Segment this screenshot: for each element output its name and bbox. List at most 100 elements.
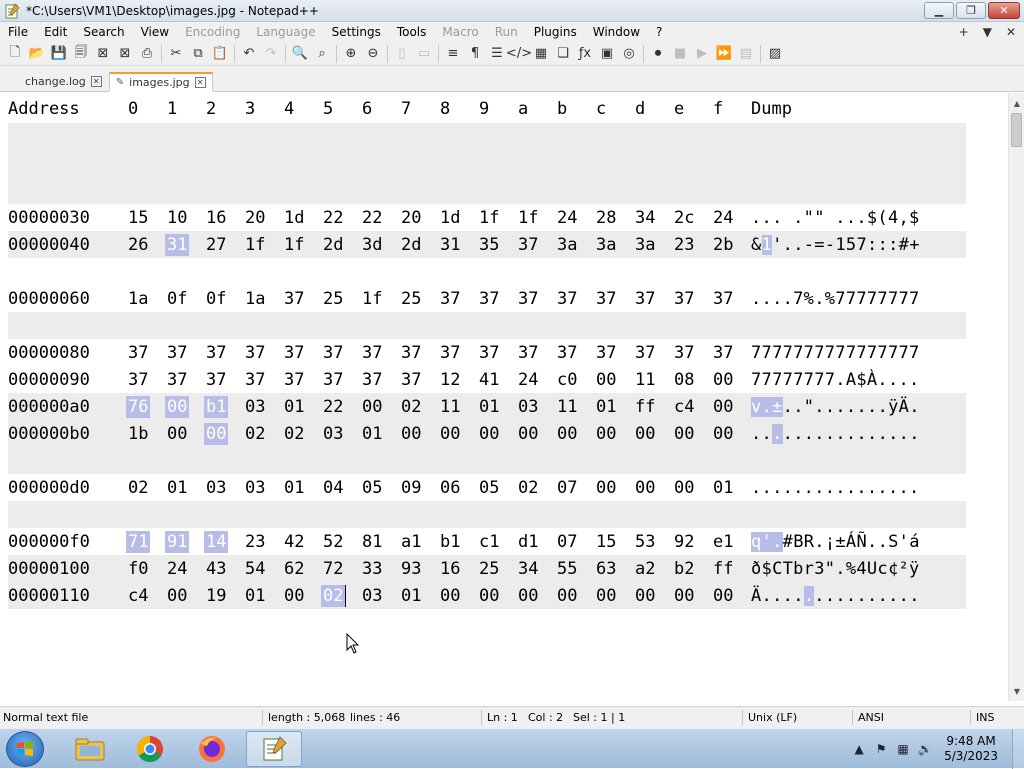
hex-byte[interactable]: 1f bbox=[360, 288, 384, 310]
hex-byte[interactable]: 37 bbox=[555, 342, 579, 364]
menu-file[interactable]: File bbox=[0, 25, 36, 39]
minimize-button[interactable]: ▁ bbox=[924, 2, 954, 19]
row-dump[interactable]: 77777777.A$À.... bbox=[751, 369, 920, 391]
hex-byte[interactable]: 00 bbox=[594, 585, 618, 607]
hex-byte[interactable]: 37 bbox=[399, 342, 423, 364]
hex-byte[interactable]: 01 bbox=[165, 477, 189, 499]
save-all-icon[interactable]: 🗐 bbox=[70, 43, 92, 65]
hex-editor-icon[interactable]: ▨ bbox=[764, 43, 786, 65]
hex-byte[interactable]: 1d bbox=[438, 207, 462, 229]
hex-byte[interactable]: 37 bbox=[165, 342, 189, 364]
hex-byte[interactable]: 37 bbox=[633, 342, 657, 364]
hex-byte[interactable]: 37 bbox=[282, 288, 306, 310]
menu-search[interactable]: Search bbox=[75, 25, 132, 39]
hex-byte[interactable]: 25 bbox=[399, 288, 423, 310]
hex-editor[interactable]: Address 0 1 2 3 4 5 6 7 8 9 a b c d e f Dump 00000030 15 10… bbox=[0, 93, 1008, 701]
indent-guide-icon[interactable]: ☰ bbox=[486, 43, 508, 65]
hex-byte[interactable]: 02 bbox=[516, 477, 540, 499]
hex-byte[interactable]: 03 bbox=[243, 396, 267, 418]
hex-row[interactable]: 00000090 37 37 37 37 37 37 37 37 12 41 24 c0 00 11 08 00… bbox=[8, 366, 966, 393]
row-dump[interactable]: &1'..-=-157:::#+ bbox=[751, 234, 920, 256]
menu-plugins[interactable]: Plugins bbox=[526, 25, 585, 39]
hex-row[interactable]: 00000030 15 10 16 20 1d 22 22 20 1d 1f 1f 24 28 34 2c 24… bbox=[8, 204, 966, 231]
hex-byte[interactable]: 35 bbox=[477, 234, 501, 256]
hex-byte[interactable]: 3a bbox=[555, 234, 579, 256]
hex-byte[interactable]: 33 bbox=[360, 558, 384, 580]
hex-byte[interactable]: 22 bbox=[321, 396, 345, 418]
stop-macro-icon[interactable]: ■ bbox=[669, 43, 691, 65]
hex-byte[interactable]: 23 bbox=[672, 234, 696, 256]
hex-row[interactable]: 00000060 1a 0f 0f 1a 37 25 1f 25 37 37 37 37 37 37 37 37… bbox=[8, 285, 966, 312]
menu-language[interactable]: Language bbox=[248, 25, 323, 39]
row-dump[interactable]: q'.#BR.¡±ÁÑ..S'á bbox=[751, 531, 920, 553]
hex-byte[interactable]: 0f bbox=[204, 288, 228, 310]
row-dump[interactable]: Ä............... bbox=[751, 585, 920, 607]
hex-row[interactable]: 000000f0 71 91 14 23 42 52 81 a1 b1 c1 d1 07 15 53 92 e1… bbox=[8, 528, 966, 555]
hex-byte[interactable]: 00 bbox=[165, 423, 189, 445]
doc-list-icon[interactable]: ❏ bbox=[552, 43, 574, 65]
hex-byte[interactable]: 00 bbox=[633, 477, 657, 499]
hex-byte[interactable]: b1 bbox=[438, 531, 462, 553]
hex-byte[interactable]: 24 bbox=[516, 369, 540, 391]
tab-change-log[interactable]: change.log ✕ bbox=[18, 71, 109, 91]
hex-byte[interactable]: 03 bbox=[204, 477, 228, 499]
row-dump[interactable]: ................ bbox=[751, 477, 920, 499]
hex-byte[interactable]: 1f bbox=[516, 207, 540, 229]
hex-byte[interactable]: 37 bbox=[555, 288, 579, 310]
hex-byte[interactable]: 37 bbox=[633, 288, 657, 310]
hex-byte[interactable]: 37 bbox=[672, 288, 696, 310]
hex-byte[interactable]: 3a bbox=[633, 234, 657, 256]
hex-byte[interactable]: 37 bbox=[672, 342, 696, 364]
row-dump[interactable]: v.±..".......ÿÄ. bbox=[751, 396, 920, 418]
new-file-icon[interactable]: 🗋 bbox=[4, 43, 26, 65]
hex-byte[interactable]: 34 bbox=[516, 558, 540, 580]
hex-byte[interactable]: 0f bbox=[165, 288, 189, 310]
hex-row[interactable]: 000000d0 02 01 03 03 01 04 05 09 06 05 02 07 00 00 00 01… bbox=[8, 474, 966, 501]
hex-byte[interactable]: 01 bbox=[594, 396, 618, 418]
hex-byte[interactable]: 25 bbox=[321, 288, 345, 310]
hex-byte[interactable]: a2 bbox=[633, 558, 657, 580]
hex-byte[interactable]: 01 bbox=[711, 477, 735, 499]
hex-byte[interactable]: 00 bbox=[399, 423, 423, 445]
hex-byte[interactable]: 37 bbox=[594, 342, 618, 364]
taskbar-chrome[interactable] bbox=[122, 731, 178, 767]
hex-byte[interactable]: 00 bbox=[711, 396, 735, 418]
hex-byte[interactable]: 25 bbox=[477, 558, 501, 580]
hex-byte[interactable]: 00 bbox=[438, 585, 462, 607]
hex-byte[interactable]: 37 bbox=[594, 288, 618, 310]
hex-byte[interactable]: 54 bbox=[243, 558, 267, 580]
hex-row[interactable] bbox=[8, 447, 966, 474]
hex-byte[interactable]: 01 bbox=[282, 396, 306, 418]
hex-byte[interactable]: 2b bbox=[711, 234, 735, 256]
hex-byte[interactable]: 00 bbox=[438, 423, 462, 445]
hex-byte[interactable]: 15 bbox=[126, 207, 150, 229]
hex-row[interactable]: 00000040 26 31 27 1f 1f 2d 3d 2d 31 35 37 3a 3a 3a 23 2b… bbox=[8, 231, 966, 258]
taskbar-firefox[interactable] bbox=[184, 731, 240, 767]
folder-workspace-icon[interactable]: ▣ bbox=[596, 43, 618, 65]
save-icon[interactable]: 💾 bbox=[48, 43, 70, 65]
clock[interactable]: 9:48 AM 5/3/2023 bbox=[944, 734, 998, 764]
hex-byte[interactable]: 23 bbox=[243, 531, 267, 553]
hex-byte[interactable]: 01 bbox=[360, 423, 384, 445]
hex-byte[interactable]: 07 bbox=[555, 531, 579, 553]
hex-byte[interactable]: 1a bbox=[126, 288, 150, 310]
hex-byte[interactable]: 37 bbox=[360, 369, 384, 391]
show-hidden-icons-icon[interactable]: ▲ bbox=[851, 741, 867, 757]
hex-byte[interactable]: 28 bbox=[594, 207, 618, 229]
run-macro-multiple-icon[interactable]: ⏩ bbox=[713, 43, 735, 65]
zoom-in-icon[interactable]: ⊕ bbox=[340, 43, 362, 65]
hex-byte[interactable]: 00 bbox=[516, 423, 540, 445]
hex-byte[interactable]: 37 bbox=[516, 234, 540, 256]
hex-byte[interactable]: 00 bbox=[555, 423, 579, 445]
hex-byte[interactable]: 37 bbox=[477, 342, 501, 364]
hex-byte[interactable]: 01 bbox=[243, 585, 267, 607]
hex-byte[interactable]: 27 bbox=[204, 234, 228, 256]
hex-byte[interactable]: b1 bbox=[204, 396, 229, 418]
hex-byte[interactable]: 10 bbox=[165, 207, 189, 229]
hex-byte[interactable]: c4 bbox=[672, 396, 696, 418]
hex-byte[interactable]: 00 bbox=[633, 423, 657, 445]
hex-byte[interactable]: ff bbox=[633, 396, 657, 418]
hex-byte[interactable]: 01 bbox=[282, 477, 306, 499]
hex-byte[interactable]: 02 bbox=[399, 396, 423, 418]
hex-byte[interactable]: 08 bbox=[672, 369, 696, 391]
